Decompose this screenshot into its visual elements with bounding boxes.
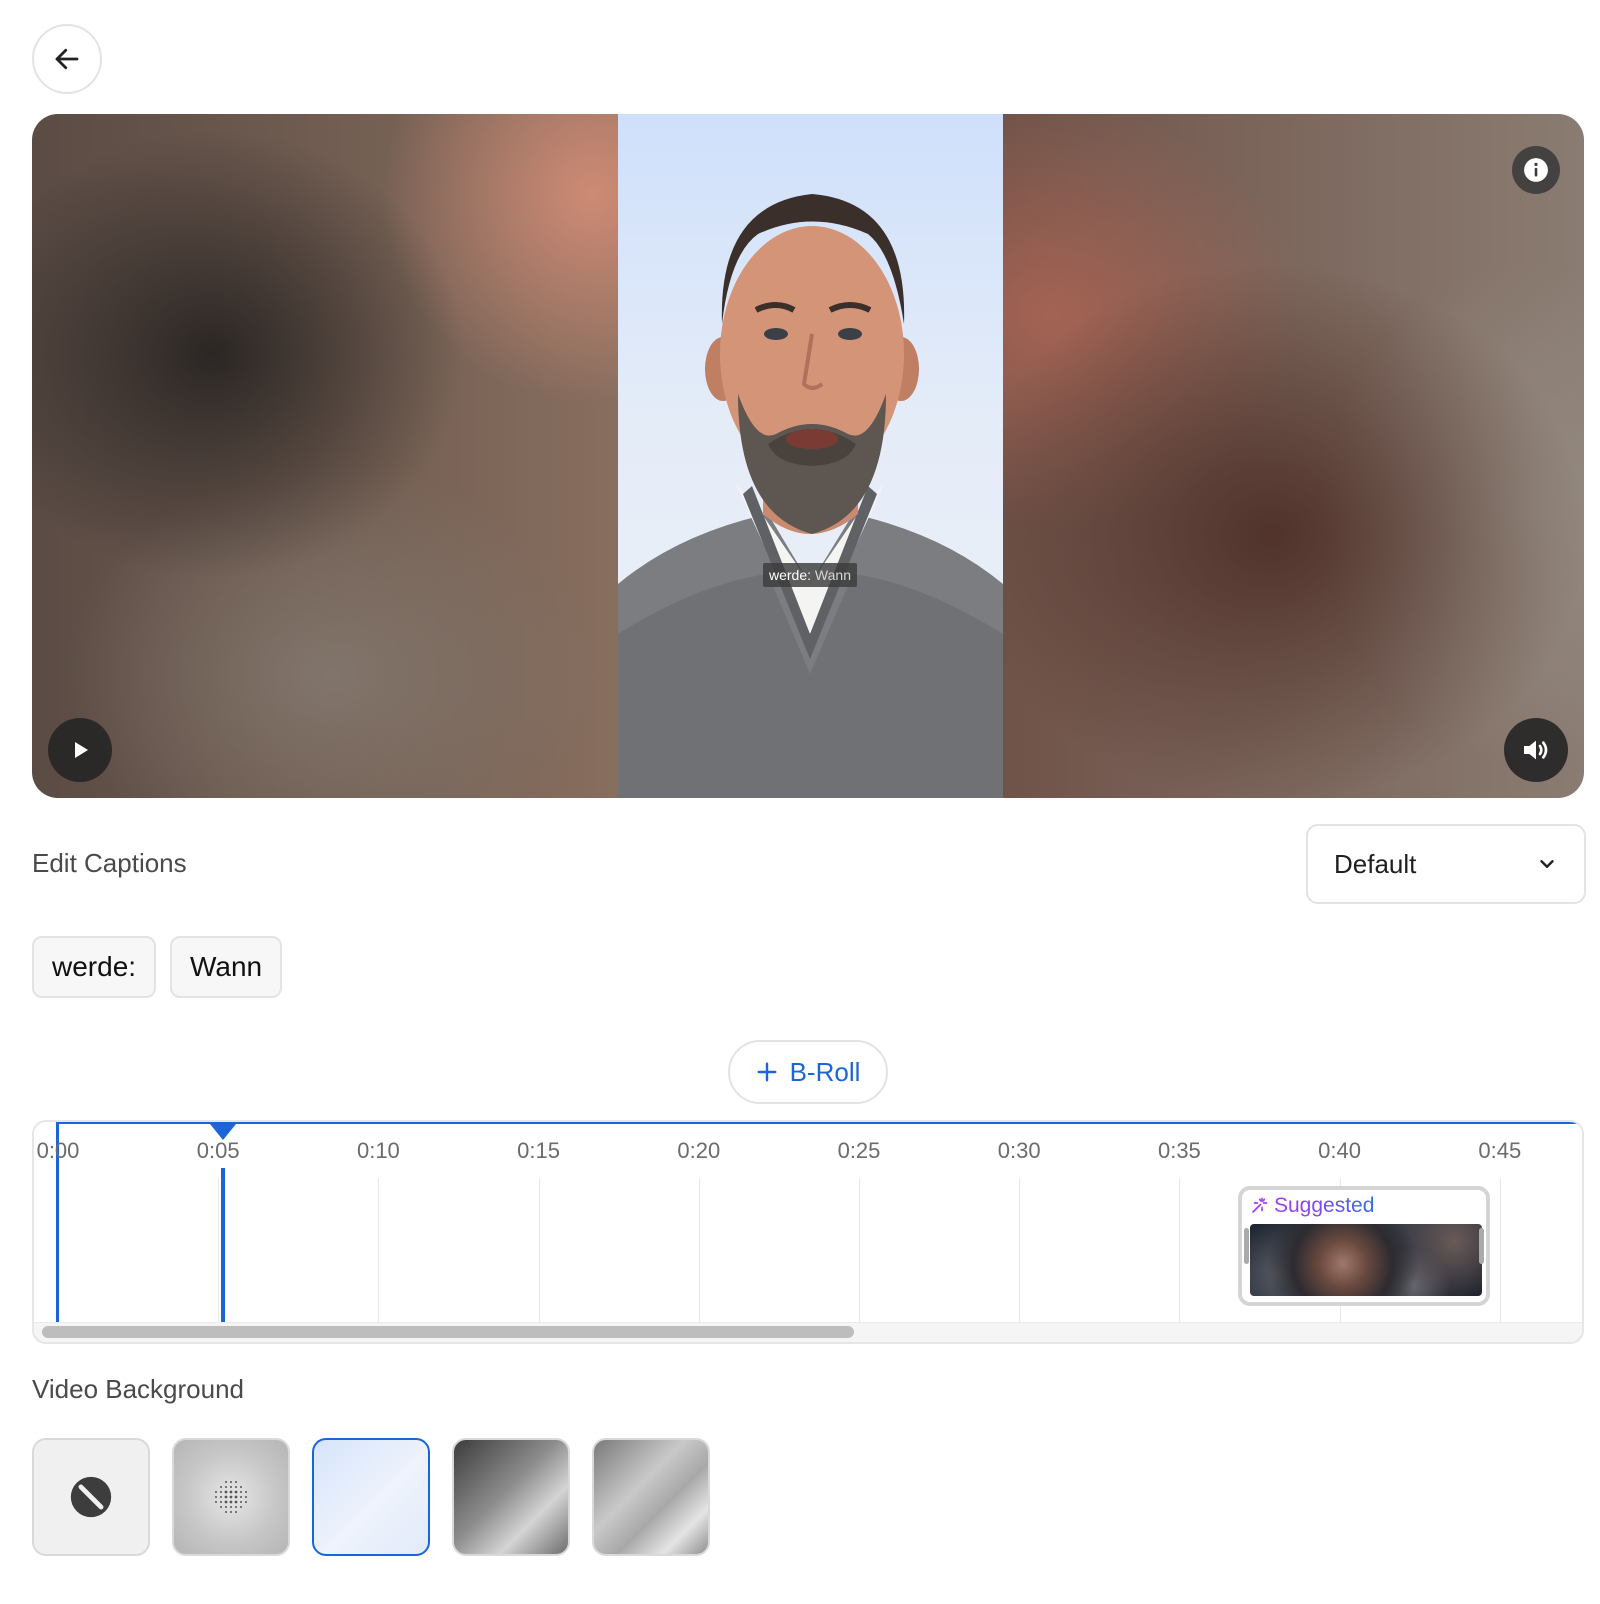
dot	[224, 1495, 228, 1499]
background-option-none[interactable]	[32, 1438, 150, 1556]
dot	[220, 1506, 222, 1508]
timeline-tick-label: 0:40	[1318, 1138, 1362, 1163]
timeline-grid-line	[1179, 1178, 1181, 1322]
dot	[245, 1501, 247, 1503]
background-option-silver-gradient[interactable]	[592, 1438, 710, 1556]
timeline-tick-label: 0:25	[837, 1138, 881, 1163]
add-broll-label: B-Roll	[789, 1056, 861, 1087]
dot	[240, 1491, 242, 1493]
dot	[225, 1506, 227, 1508]
timeline-tick-label: 0:45	[1478, 1138, 1522, 1163]
timeline-tick-label: 0:30	[997, 1138, 1041, 1163]
add-broll-button[interactable]: B-Roll	[728, 1040, 888, 1104]
dot	[225, 1481, 227, 1483]
play-icon	[75, 742, 88, 758]
dot	[220, 1496, 222, 1498]
caption-style-select[interactable]: Default	[1306, 824, 1586, 904]
timeline-grid-line	[538, 1178, 540, 1322]
dot	[220, 1486, 222, 1488]
playhead-handle[interactable]	[210, 1124, 236, 1140]
caption-style-value: Default	[1334, 848, 1417, 879]
dot	[234, 1495, 238, 1499]
info-button[interactable]	[1512, 146, 1560, 194]
back-button[interactable]	[32, 24, 102, 94]
timeline-tick-label: 0:20	[677, 1138, 721, 1163]
dot	[230, 1481, 232, 1483]
timeline-grid-line	[1019, 1178, 1021, 1322]
timeline-scrollbar[interactable]	[34, 1322, 1582, 1342]
video-frame: werde: Wann	[618, 114, 1003, 798]
dot	[230, 1486, 232, 1488]
dot	[229, 1495, 233, 1499]
dot	[225, 1486, 227, 1488]
dot	[215, 1491, 217, 1493]
broll-thumbnail	[1250, 1224, 1482, 1296]
volume-button[interactable]	[1504, 718, 1568, 782]
dot	[230, 1506, 232, 1508]
clip-trim-handle-right[interactable]	[1479, 1228, 1484, 1264]
timeline-tick-label: 0:15	[517, 1138, 561, 1163]
clip-trim-handle-left[interactable]	[1244, 1228, 1249, 1264]
dot	[234, 1500, 238, 1504]
dot	[220, 1501, 222, 1503]
dot	[234, 1490, 238, 1494]
arrow-left-icon	[55, 48, 79, 70]
suggested-broll-clip[interactable]: Suggested	[1238, 1186, 1490, 1306]
timeline-tick-label: 0:35	[1157, 1138, 1201, 1163]
magic-sparkle-icon	[1252, 1197, 1268, 1213]
volume-icon	[1524, 740, 1548, 760]
timeline-grid-line	[859, 1178, 860, 1322]
suggested-label: Suggested	[1250, 1194, 1374, 1218]
play-button[interactable]	[48, 718, 112, 782]
background-option-dot-pattern[interactable]	[172, 1438, 290, 1556]
dot	[220, 1491, 222, 1493]
dot	[235, 1506, 237, 1508]
timeline-tick-label: 0:00	[36, 1138, 80, 1163]
timeline-grid-line	[698, 1178, 700, 1322]
dot	[245, 1491, 247, 1493]
dot	[235, 1486, 237, 1488]
background-option-dark-gray-gradient[interactable]	[452, 1438, 570, 1556]
video-background-title: Video Background	[32, 1374, 245, 1404]
video-player[interactable]: werde: Wann	[32, 114, 1584, 798]
timeline-tick-label: 0:05	[196, 1138, 240, 1163]
dot	[215, 1496, 217, 1498]
chevron-down-icon	[1540, 860, 1554, 868]
dot	[235, 1481, 237, 1483]
edit-captions-title: Edit Captions	[32, 848, 187, 878]
dot	[230, 1511, 232, 1513]
dot	[240, 1496, 242, 1498]
timeline-scrollbar-thumb[interactable]	[42, 1326, 854, 1338]
dot	[245, 1496, 247, 1498]
dot	[229, 1500, 233, 1504]
plus-icon	[757, 1062, 777, 1082]
timeline-grid-line	[218, 1178, 220, 1322]
playhead[interactable]	[221, 1168, 225, 1324]
dot	[240, 1506, 242, 1508]
info-icon	[1524, 158, 1548, 182]
caption-word-chip[interactable]: werde:	[32, 936, 157, 998]
timeline-grid-line	[378, 1178, 380, 1322]
dot	[240, 1486, 242, 1488]
dot	[229, 1490, 233, 1494]
timeline[interactable]: 0:00 0:05 0:10 0:15 0:20 0:25 0:30 0:35 0:40 0:45…	[32, 1120, 1584, 1344]
timeline-grid-line	[1499, 1178, 1501, 1322]
dot	[225, 1511, 227, 1513]
caption-word-chip[interactable]: Wann	[170, 936, 283, 998]
dot	[215, 1501, 217, 1503]
dot	[224, 1500, 228, 1504]
dots-icon	[215, 1481, 247, 1513]
speaker-portrait	[618, 194, 1003, 798]
background-option-light-blue-gradient[interactable]	[312, 1438, 430, 1556]
no-background-icon	[70, 1476, 112, 1518]
caption-overlay: werde: Wann	[763, 563, 857, 587]
dot	[240, 1501, 242, 1503]
dot	[224, 1490, 228, 1494]
timeline-tick-label: 0:10	[356, 1138, 400, 1163]
dot	[235, 1511, 237, 1513]
